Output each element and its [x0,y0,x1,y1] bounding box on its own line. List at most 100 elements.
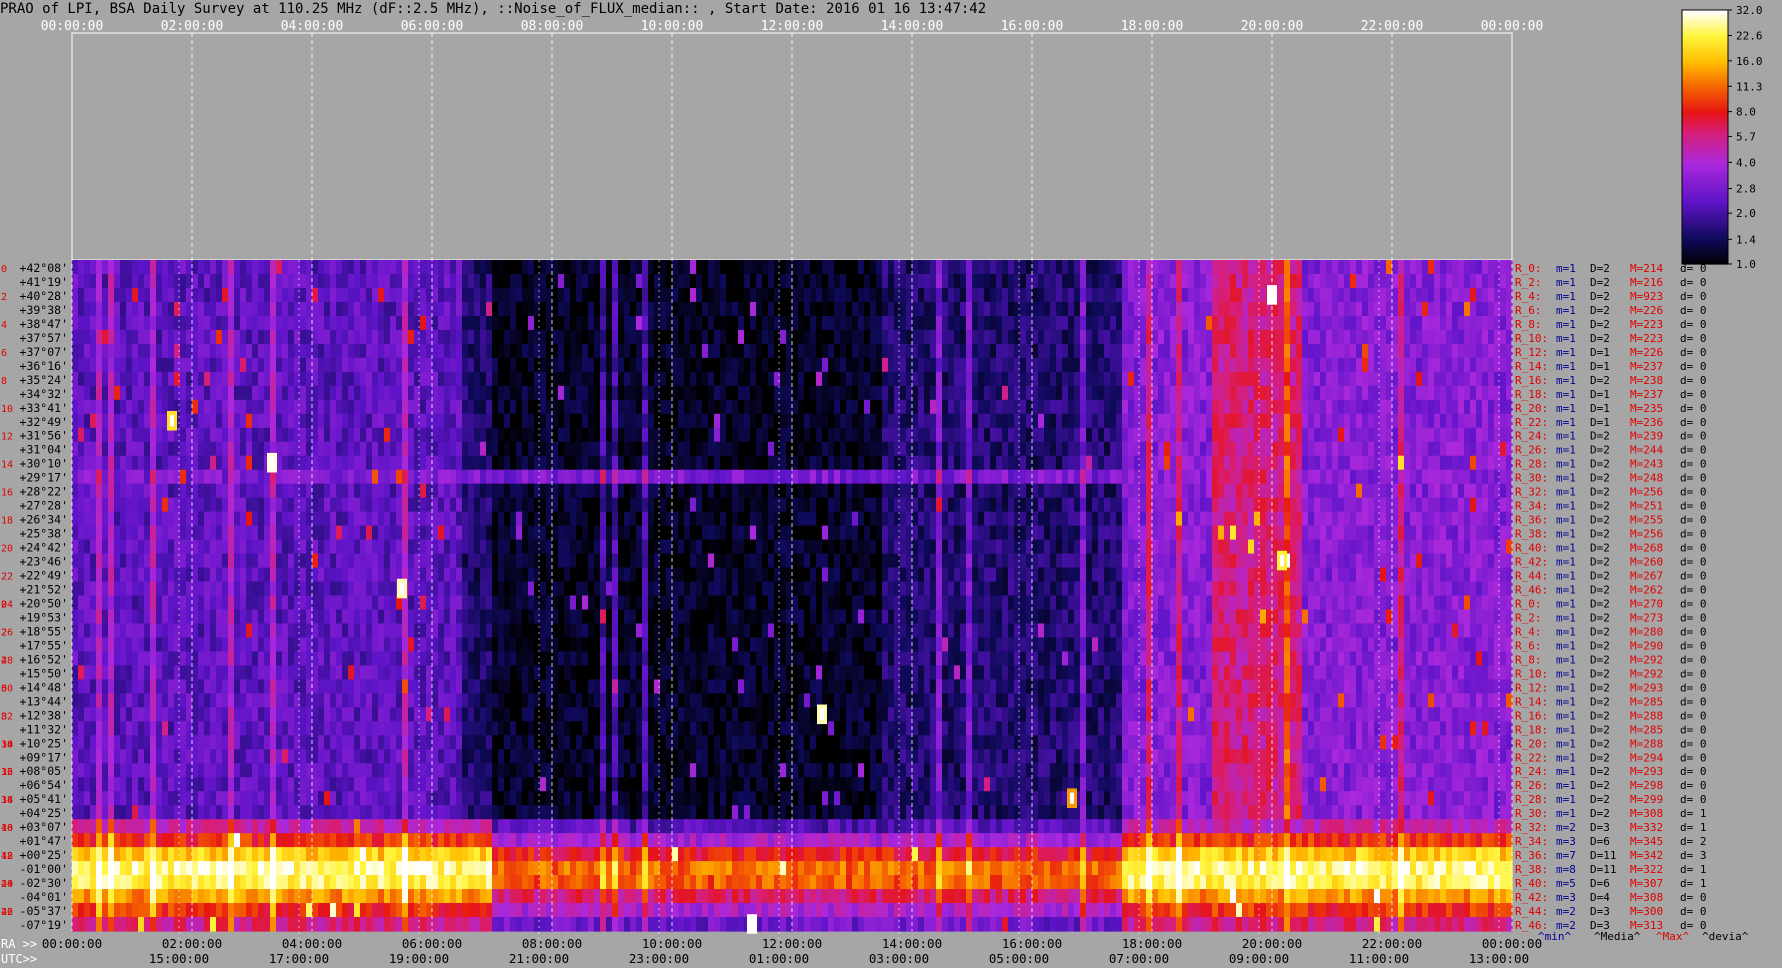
colorbar-tick-label: 22.6 [1736,29,1763,42]
stats-row: R_44: m=1 D=2 M=267 d= 0 [1515,570,1707,583]
stats-deviation: d= 0 [1680,779,1707,792]
stats-deviation: d= 2 [1680,835,1707,848]
stats-max: M=251 [1630,500,1663,513]
stats-deviation: d= 0 [1680,444,1707,457]
stats-max: M=292 [1630,667,1663,680]
stats-beam: R_22: [1515,416,1548,429]
stats-median: D=2 [1590,709,1610,722]
declination-label: -01°00' [20,862,68,876]
declination-label: +41°19' [20,275,68,289]
declination-label: +35°24' [20,373,68,387]
stats-deviation: d= 0 [1680,332,1707,345]
stats-min: m=2 [1556,821,1576,834]
stats-beam: R_12: [1515,681,1548,694]
stats-beam: R_12: [1515,346,1548,359]
stats-min: m=1 [1556,653,1576,666]
stats-beam: R_44: [1515,905,1548,918]
stats-row: R_20: m=1 D=2 M=288 d= 0 [1515,737,1707,750]
row-number: 4 [1,655,7,666]
stats-beam: R_6: [1515,639,1542,652]
utc-tick-label: 11:00:00 [1349,951,1409,966]
stats-beam: R_18: [1515,388,1548,401]
stats-deviation: d= 0 [1680,318,1707,331]
stats-max: M=285 [1630,695,1663,708]
row-number: 20 [1,544,13,555]
stats-median: D=2 [1590,570,1610,583]
stats-max: M=223 [1630,318,1663,331]
stats-min: m=1 [1556,514,1576,527]
stats-min: m=1 [1556,751,1576,764]
stats-row: R_34: m=3 D=6 M=345 d= 2 [1515,835,1707,848]
stats-min: m=1 [1556,360,1576,373]
stats-beam: R_30: [1515,807,1548,820]
stats-max: M=293 [1630,681,1663,694]
row-number: 0 [1,599,7,610]
stats-median: D=2 [1590,486,1610,499]
stats-beam: R_2: [1515,611,1542,624]
stats-median: D=2 [1590,262,1610,275]
stats-deviation: d= 0 [1680,584,1707,597]
row-number: 18 [1,851,13,862]
stats-median: D=1 [1590,416,1610,429]
stats-min: m=1 [1556,458,1576,471]
top-time-tick: 12:00:00 [761,19,824,34]
stats-beam: R_40: [1515,877,1548,890]
stats-row: R_26: m=1 D=2 M=298 d= 0 [1515,779,1707,792]
stats-deviation: d= 0 [1680,304,1707,317]
ra-tick-label: 22:00:00 [1362,936,1422,951]
stats-deviation: d= 0 [1680,360,1707,373]
utc-tick-label: 01:00:00 [749,951,809,966]
utc-tick-label: 09:00:00 [1229,951,1289,966]
stats-min: m=1 [1556,430,1576,443]
stats-beam: R_8: [1515,318,1542,331]
row-number: 2 [1,627,7,638]
declination-label: +33°41' [20,401,68,415]
row-number: 10 [1,739,13,750]
utc-tick-label: 05:00:00 [989,951,1049,966]
ra-tick-label: 06:00:00 [402,936,462,951]
stats-deviation: d= 0 [1680,891,1707,904]
utc-tick-label: 15:00:00 [149,951,209,966]
declination-label: +21°52' [20,583,68,597]
ra-tick-label: 00:00:00 [1482,936,1542,951]
stats-row: R_40: m=1 D=2 M=268 d= 0 [1515,542,1707,555]
declination-label: +29°17' [20,471,68,485]
ra-tick-label: 10:00:00 [642,936,702,951]
stats-max: M=308 [1630,807,1663,820]
colorbar-tick-label: 2.0 [1736,207,1756,220]
declination-label: +08°05' [20,764,68,778]
stats-median: D=6 [1590,835,1610,848]
stats-min: m=1 [1556,276,1576,289]
stats-deviation: d= 0 [1680,458,1707,471]
stats-deviation: d= 0 [1680,625,1707,638]
top-time-tick: 16:00:00 [1001,19,1064,34]
colorbar: 32.0 22.6 16.0 11.3 8.0 5.7 4.0 2.8 2.0 1.4 1.0 [1681,4,1763,271]
stats-deviation: d= 0 [1680,430,1707,443]
top-time-tick: 08:00:00 [521,19,584,34]
declination-label: +03°07' [20,820,68,834]
stats-min: m=1 [1556,639,1576,652]
stats-min: m=1 [1556,388,1576,401]
declination-label: +37°57' [20,331,68,345]
row-number: 0 [1,264,7,275]
stats-median: D=2 [1590,779,1610,792]
stats-deviation: d= 0 [1680,793,1707,806]
stats-deviation: d= 0 [1680,276,1707,289]
stats-median: D=2 [1590,584,1610,597]
stats-row: R_12: m=1 D=2 M=293 d= 0 [1515,681,1707,694]
declination-label: +42°08' [20,261,68,275]
stats-beam: R_6: [1515,304,1542,317]
stats-median: D=2 [1590,542,1610,555]
row-number: 10 [1,404,13,415]
stats-max: M=244 [1630,444,1663,457]
stats-row: R_36: m=1 D=2 M=255 d= 0 [1515,514,1707,527]
stats-min: m=1 [1556,597,1576,610]
stats-median: D=2 [1590,500,1610,513]
ra-tick-label: 08:00:00 [522,936,582,951]
stats-median: D=2 [1590,528,1610,541]
stats-min: m=1 [1556,262,1576,275]
stats-row: R_16: m=1 D=2 M=238 d= 0 [1515,374,1707,387]
stats-median: D=2 [1590,458,1610,471]
stats-deviation: d= 0 [1680,416,1707,429]
row-number: 4 [1,320,7,331]
